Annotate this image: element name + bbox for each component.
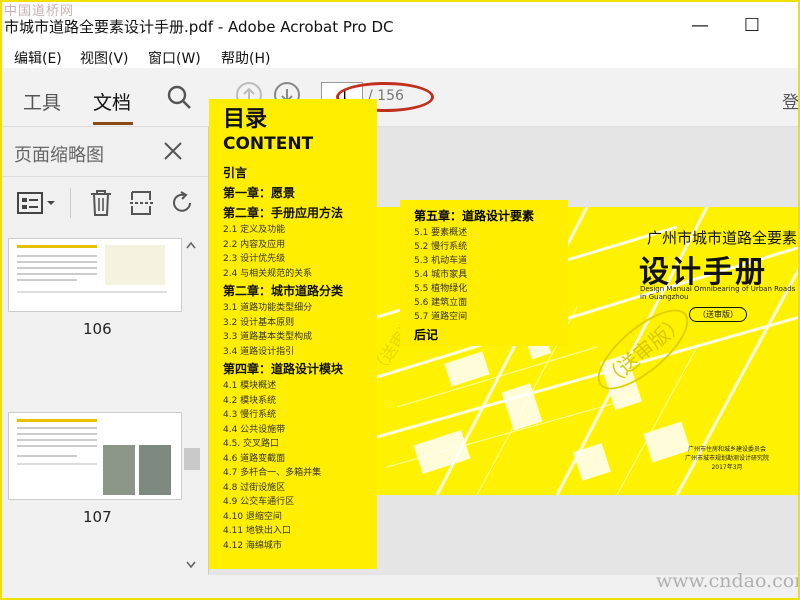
toc-item[interactable]: 4.11 地铁出入口: [223, 524, 363, 539]
cover-footer-line: 广州市城市规划勘测设计研究院: [684, 455, 769, 462]
toc-title-en: CONTENT: [223, 134, 314, 154]
toc-item[interactable]: 2.2 内容及应用: [223, 238, 363, 253]
menu-window[interactable]: 窗口(W): [148, 48, 201, 68]
panel-scrollbar[interactable]: [182, 236, 200, 576]
login-link[interactable]: 登: [782, 88, 799, 113]
toc-item[interactable]: 5.7 道路空间: [414, 310, 554, 324]
toc-item[interactable]: 2.1 定义及功能: [223, 223, 363, 238]
toc-item[interactable]: 4.2 模块系统: [223, 394, 363, 409]
toc-item[interactable]: 2.3 设计优先级: [223, 252, 363, 267]
thumb-line: [17, 455, 77, 457]
toc-item[interactable]: 3.3 道路基本类型构成: [223, 330, 363, 345]
thumbnail-options-icon[interactable]: [16, 190, 56, 216]
cover-footer: 广州市住房和城乡建设委员会 广州市城市规划勘测设计研究院 2017年3月: [667, 445, 787, 472]
menu-view[interactable]: 视图(V): [80, 48, 129, 68]
thumb-line: [17, 427, 97, 429]
search-icon[interactable]: [166, 84, 192, 110]
toc-item[interactable]: 4.6 道路变截面: [223, 452, 363, 467]
toc-section[interactable]: 引言: [223, 163, 363, 183]
toc-title-cn: 目录: [223, 107, 268, 132]
rotate-icon[interactable]: [170, 190, 194, 216]
minimize-button[interactable]: —: [680, 12, 720, 40]
menu-help[interactable]: 帮助(H): [221, 48, 270, 68]
toc-section[interactable]: 第二章：手册应用方法: [223, 203, 363, 223]
toc-item[interactable]: 4.10 退缩空间: [223, 510, 363, 525]
thumb-line: [17, 463, 97, 465]
toc-item[interactable]: 5.2 慢行系统: [414, 240, 554, 254]
toc-item[interactable]: 5.1 要素概述: [414, 226, 554, 240]
thumbnail-label: 106: [83, 320, 112, 338]
chevron-up-icon[interactable]: [185, 240, 197, 250]
toc-item[interactable]: 3.1 道路功能类型细分: [223, 301, 363, 316]
thumb-line: [17, 433, 97, 435]
toc-item[interactable]: 2.4 与相关规范的关系: [223, 267, 363, 282]
scrollbar-thumb[interactable]: [184, 448, 200, 470]
toc-item[interactable]: 5.4 城市家具: [414, 268, 554, 282]
toc-panel-continued: 第五章：道路设计要素 5.1 要素概述 5.2 慢行系统 5.3 机动车道 5.…: [400, 200, 568, 346]
toc-item[interactable]: 4.9 公交车通行区: [223, 495, 363, 510]
toc-section[interactable]: 第五章：道路设计要素: [414, 206, 554, 226]
extract-pages-icon[interactable]: [128, 188, 156, 218]
toc-item[interactable]: 4.12 海绵城市: [223, 539, 363, 554]
cover-version-tag: （送审版）: [689, 307, 747, 322]
toc-section[interactable]: 第二章：城市道路分类: [223, 281, 363, 301]
tool-separator: [70, 188, 71, 218]
toc-item[interactable]: 4.8 过街设施区: [223, 481, 363, 496]
thumb-line: [17, 291, 167, 293]
toc-item[interactable]: 4.4 公共设施带: [223, 423, 363, 438]
chevron-down-icon[interactable]: [185, 560, 197, 570]
cover-subtitle: 广州市城市道路全要素: [647, 229, 798, 247]
thumb-photo: [103, 445, 135, 495]
maximize-button[interactable]: ☐: [732, 12, 772, 40]
cover-english-title: Design Manual Omnibearing of Urban Roads…: [640, 285, 796, 301]
toc-section[interactable]: 第一章：愿景: [223, 183, 363, 203]
toc-item[interactable]: 4.3 慢行系统: [223, 408, 363, 423]
thumb-line: [17, 255, 97, 257]
toc-item[interactable]: 3.2 设计基本原则: [223, 316, 363, 331]
thumb-line: [17, 439, 97, 441]
toc-section[interactable]: 第四章：道路设计模块: [223, 359, 363, 379]
toc-item[interactable]: 5.3 机动车道: [414, 254, 554, 268]
close-icon[interactable]: [162, 140, 184, 162]
toc-item[interactable]: 4.1 模块概述: [223, 379, 363, 394]
thumb-line: [17, 261, 97, 263]
page-thumbnail-107[interactable]: [8, 412, 182, 500]
thumb-line: [17, 273, 97, 275]
toc-item[interactable]: 5.5 植物绿化: [414, 282, 554, 296]
site-watermark-bottom: www.cndao.com: [656, 570, 800, 592]
thumb-line: [17, 267, 97, 269]
cover-footer-line: 2017年3月: [711, 464, 743, 471]
toc-section[interactable]: 后记: [414, 324, 554, 346]
thumbnail-label: 107: [83, 508, 112, 526]
panel-title: 页面缩略图: [14, 145, 104, 166]
thumb-figure: [105, 245, 165, 285]
thumb-line: [17, 419, 97, 422]
active-tab-indicator: [93, 122, 133, 125]
toc-item[interactable]: 5.6 建筑立面: [414, 296, 554, 310]
toc-item[interactable]: 4.7 多杆合一、多箱并集: [223, 466, 363, 481]
thumb-photo: [139, 445, 171, 495]
tab-tools[interactable]: 工具: [23, 88, 61, 115]
thumb-line: [17, 245, 97, 248]
panel-divider: [0, 176, 208, 177]
menu-edit[interactable]: 编辑(E): [14, 48, 62, 68]
window-title: 市城市道路全要素设计手册.pdf - Adobe Acrobat Pro DC: [4, 18, 394, 36]
toc-item[interactable]: 3.4 道路设计指引: [223, 345, 363, 360]
trash-icon[interactable]: [88, 188, 114, 218]
thumb-line: [17, 445, 97, 447]
page-thumbnail-106[interactable]: [8, 238, 182, 312]
toc-panel: 目录 CONTENT 引言 第一章：愿景 第二章：手册应用方法 2.1 定义及功…: [209, 99, 377, 569]
toc-item[interactable]: 4.5. 交叉路口: [223, 437, 363, 452]
cover-footer-line: 广州市住房和城乡建设委员会: [687, 446, 766, 453]
thumb-line: [17, 279, 77, 281]
tab-document[interactable]: 文档: [93, 88, 131, 115]
